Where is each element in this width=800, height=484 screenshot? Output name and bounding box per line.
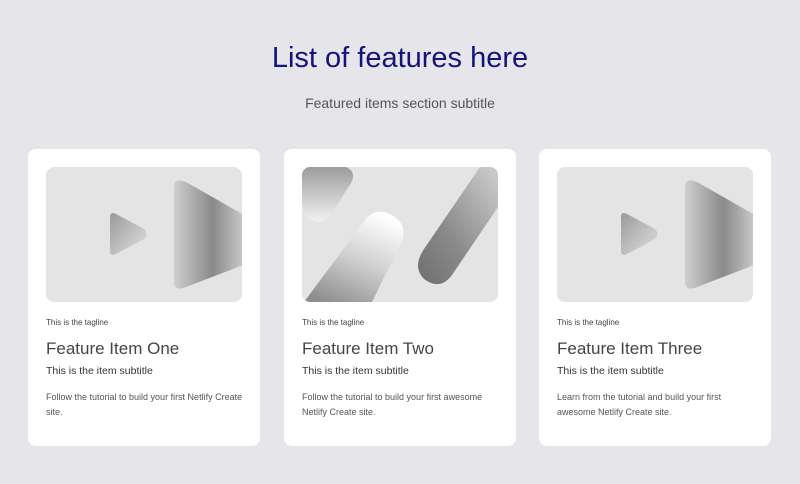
card-title[interactable]: Feature Item One	[46, 338, 179, 360]
featured-items-section: List of features here Featured items sec…	[0, 0, 800, 484]
card-title[interactable]: Feature Item Two	[302, 338, 434, 360]
section-subtitle: Featured items section subtitle	[305, 95, 495, 111]
card-description: Follow the tutorial to build your first …	[302, 392, 483, 417]
card-description: Learn from the tutorial and build your f…	[557, 392, 722, 417]
card-tagline: This is the tagline	[557, 318, 620, 327]
card-description: Follow the tutorial to build your first …	[46, 392, 243, 417]
card-subtitle: This is the item subtitle	[46, 365, 153, 377]
abstract-pills-icon	[302, 167, 498, 302]
feature-card-three[interactable]: This is the tagline Feature Item Three T…	[539, 149, 771, 446]
play-shapes-icon	[110, 180, 242, 289]
card-tagline: This is the tagline	[46, 318, 109, 327]
feature-image	[557, 167, 753, 302]
play-shapes-icon	[621, 180, 753, 289]
feature-image	[46, 167, 242, 302]
card-subtitle: This is the item subtitle	[302, 365, 409, 377]
feature-card-two[interactable]: This is the tagline Feature Item Two Thi…	[284, 149, 516, 446]
card-title[interactable]: Feature Item Three	[557, 338, 702, 360]
card-subtitle: This is the item subtitle	[557, 365, 664, 377]
feature-card-one[interactable]: This is the tagline Feature Item One Thi…	[28, 149, 260, 446]
section-title: List of features here	[271, 42, 529, 74]
feature-image	[302, 167, 498, 302]
card-tagline: This is the tagline	[302, 318, 365, 327]
